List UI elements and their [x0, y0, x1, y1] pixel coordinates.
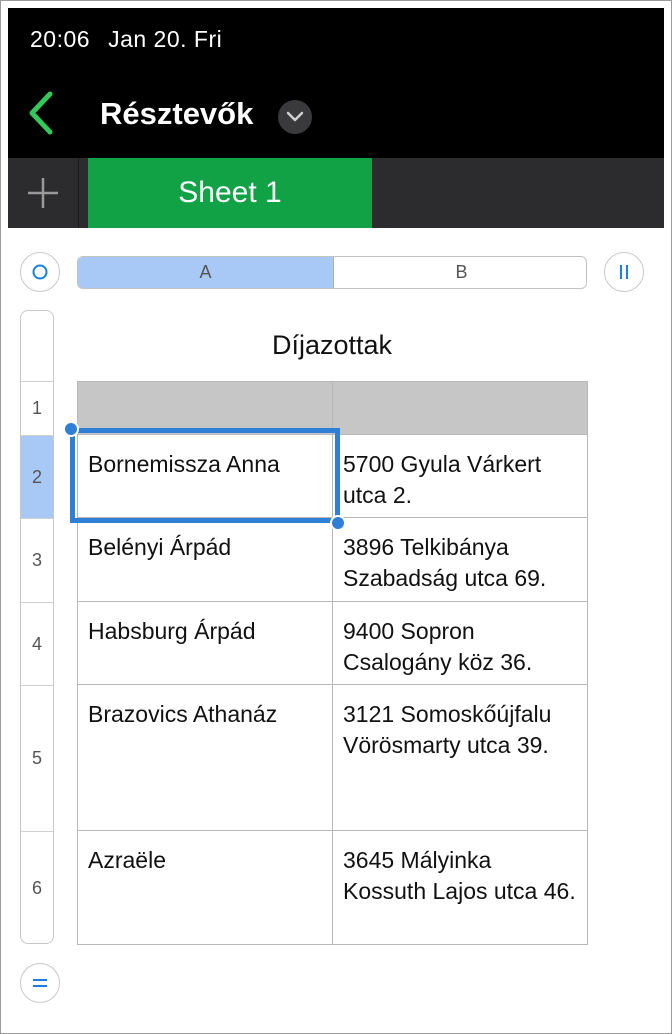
add-sheet-button[interactable] — [8, 158, 79, 228]
row-header-6[interactable]: 6 — [21, 831, 53, 943]
selection-handle-bottom-right[interactable] — [330, 515, 346, 531]
column-headers: A B — [77, 256, 587, 289]
chevron-down-icon — [286, 111, 304, 122]
tab-sheet-1[interactable]: Sheet 1 — [88, 158, 372, 228]
title-menu-button[interactable] — [278, 100, 312, 134]
select-all-button[interactable] — [20, 252, 60, 292]
row-header-3[interactable]: 3 — [21, 518, 53, 602]
plus-icon — [28, 178, 58, 208]
table-title[interactable]: Díjazottak — [77, 330, 587, 361]
back-button[interactable] — [26, 90, 56, 136]
table-cell[interactable]: 5700 Gyula Várkert utca 2. — [332, 434, 588, 518]
column-header-a[interactable]: A — [78, 257, 334, 288]
selection-handle-top-left[interactable] — [63, 421, 79, 437]
freeze-columns-button[interactable] — [604, 252, 644, 292]
table-cell[interactable]: 3645 Mályinka Kossuth Lajos utca 46. — [332, 830, 588, 945]
freeze-rows-button[interactable] — [20, 963, 60, 1003]
table-cell[interactable]: Brazovics Athanáz — [77, 684, 333, 831]
equals-icon — [33, 979, 47, 987]
top-bar: 20:06 Jan 20. Fri Résztevők — [8, 8, 664, 158]
table-row: Azraële 3645 Mályinka Kossuth Lajos utca… — [77, 830, 588, 945]
row-header-5[interactable]: 5 — [21, 685, 53, 831]
document-title[interactable]: Résztevők — [100, 96, 253, 132]
table-cell[interactable]: Bornemissza Anna — [77, 434, 333, 518]
table-header-row — [77, 381, 588, 435]
pause-bars-icon — [620, 265, 628, 279]
circle-icon — [32, 264, 48, 280]
table-cell[interactable]: 3121 Somoskőújfalu Vörösmarty utca 39. — [332, 684, 588, 831]
row-header-spacer — [21, 311, 53, 381]
table-cell[interactable] — [332, 381, 588, 435]
status-date: Jan 20. Fri — [108, 26, 223, 52]
chevron-left-icon — [29, 91, 53, 135]
table-cell[interactable]: 3896 Telkibánya Szabadság utca 69. — [332, 517, 588, 602]
column-header-b[interactable]: B — [334, 257, 586, 288]
table-row: Habsburg Árpád 9400 Sopron Csalogány köz… — [77, 601, 588, 685]
table-cell[interactable]: 9400 Sopron Csalogány köz 36. — [332, 601, 588, 685]
row-headers: 1 2 3 4 5 6 — [20, 310, 54, 944]
table-cell[interactable]: Belényi Árpád — [77, 517, 333, 602]
table-row: Brazovics Athanáz 3121 Somoskőújfalu Vör… — [77, 684, 588, 831]
row-header-2[interactable]: 2 — [21, 435, 53, 518]
table-cell[interactable]: Habsburg Árpád — [77, 601, 333, 685]
status-time: 20:06 — [30, 26, 91, 52]
row-header-1[interactable]: 1 — [21, 381, 53, 435]
row-header-4[interactable]: 4 — [21, 602, 53, 685]
status-bar: 20:06 Jan 20. Fri — [30, 26, 222, 53]
table-cell[interactable] — [77, 381, 333, 435]
table-cell[interactable]: Azraële — [77, 830, 333, 945]
table-row: Belényi Árpád 3896 Telkibánya Szabadság … — [77, 517, 588, 602]
table-row: Bornemissza Anna 5700 Gyula Várkert utca… — [77, 434, 588, 518]
sheet-tab-bar: Sheet 1 — [8, 158, 664, 228]
